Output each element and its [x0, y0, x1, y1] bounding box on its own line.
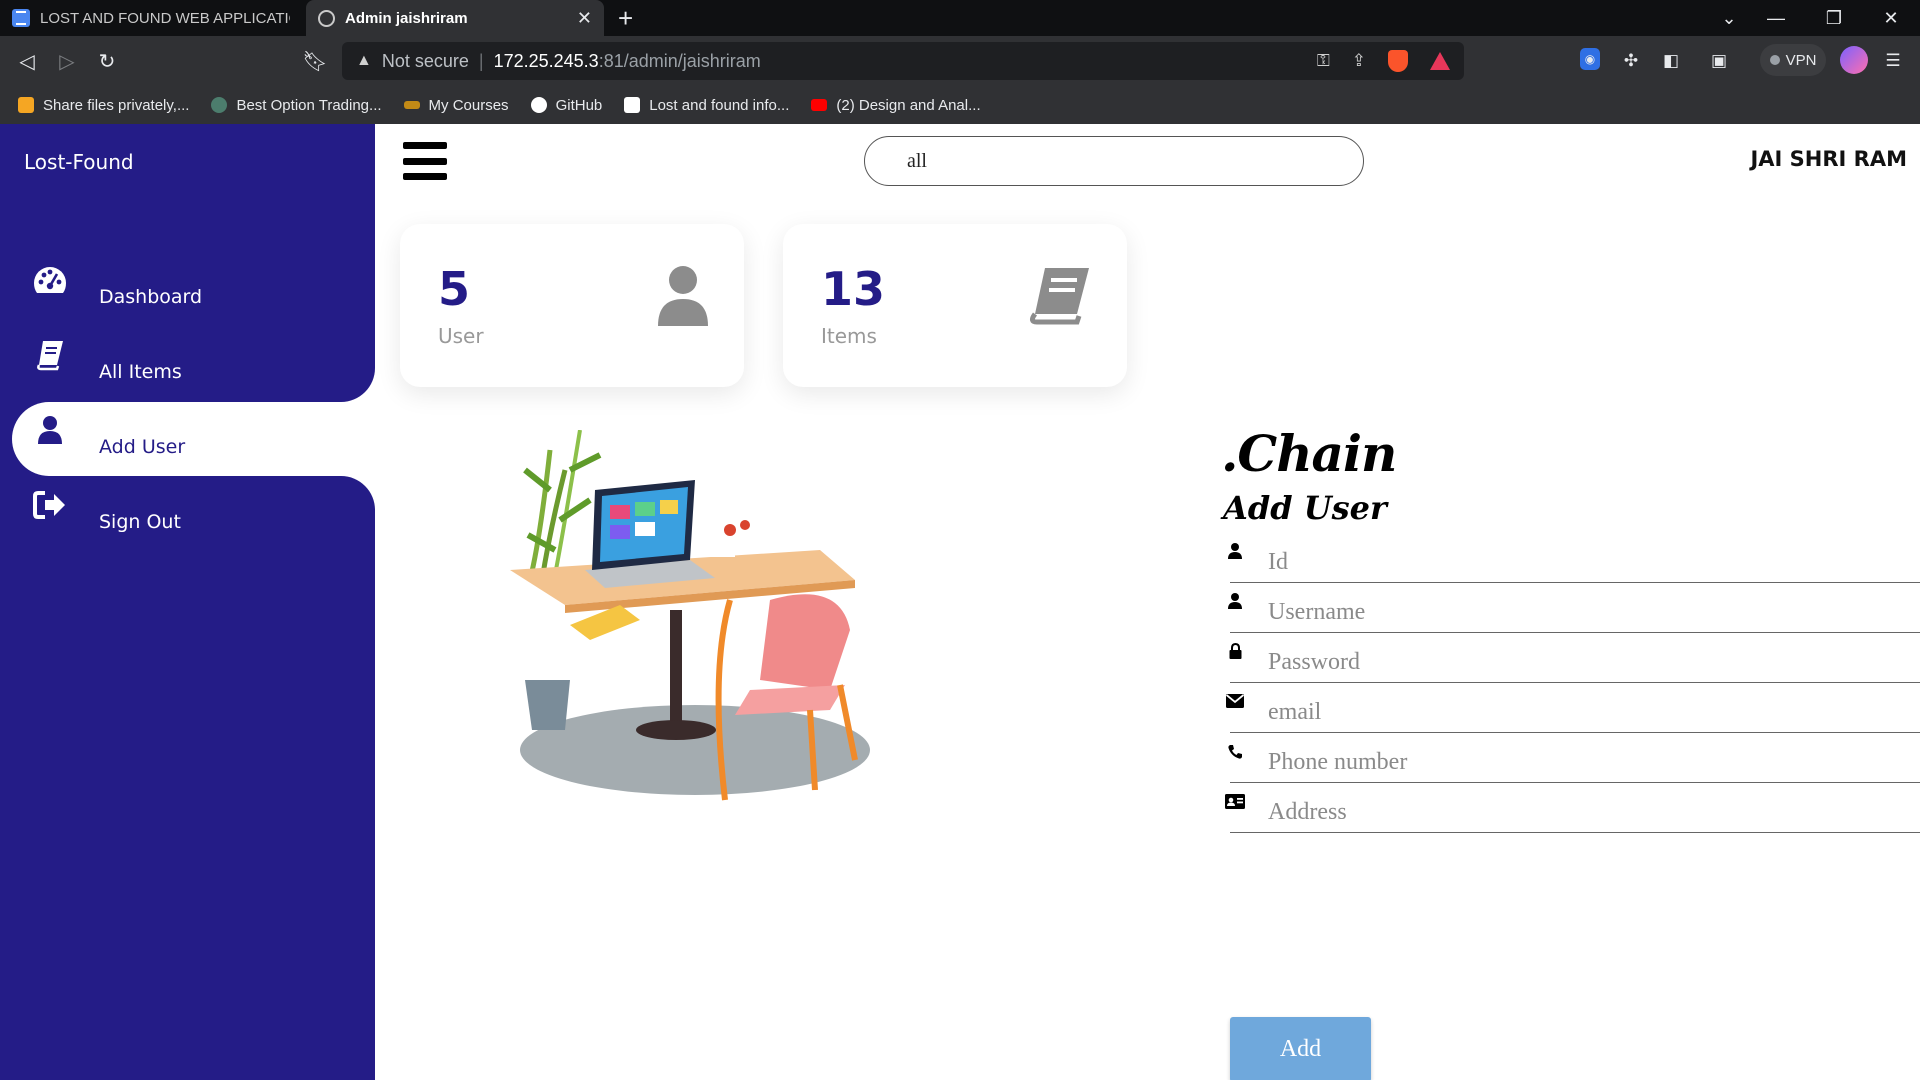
sidebar: Lost-Found Dashboard All Items Add User [0, 124, 375, 1080]
bookmark-item[interactable]: (2) Design and Anal... [811, 97, 981, 114]
phone-input[interactable] [1230, 733, 1920, 783]
add-user-button[interactable]: Add [1230, 1017, 1371, 1080]
url-host: 172.25.245.3 [493, 50, 599, 71]
sidebar-item-label: Add User [99, 436, 186, 458]
id-field-row [1225, 533, 1920, 583]
profile-avatar[interactable] [1840, 46, 1868, 74]
wallet-icon[interactable]: ▣ [1706, 48, 1732, 74]
close-tab-icon[interactable]: ✕ [577, 8, 592, 29]
address-bar[interactable]: ▲ Not secure | 172.25.245.3 :81/admin/ja… [342, 42, 1464, 80]
app: Lost-Found Dashboard All Items Add User [0, 124, 1920, 1080]
search-input[interactable]: all [864, 136, 1364, 186]
youtube-icon [811, 99, 828, 111]
bookmark-item[interactable]: Lost and found info... [624, 97, 789, 114]
browser-chrome: LOST AND FOUND WEB APPLICATION Admin jai… [0, 0, 1920, 124]
search-value: all [907, 149, 927, 172]
url-path: :81/admin/jaishriram [598, 50, 761, 71]
share-icon[interactable]: ⇪ [1352, 51, 1366, 71]
bookmark-favicon-icon [403, 101, 420, 109]
sidebar-item-label: Dashboard [99, 286, 203, 308]
tab-label: LOST AND FOUND WEB APPLICATION [40, 9, 290, 27]
bookmark-icon[interactable]: 🔖︎ [300, 46, 330, 76]
stat-card-items[interactable]: 13 Items [783, 224, 1127, 387]
brave-rewards-icon[interactable] [1430, 52, 1450, 70]
bookmark-item[interactable]: Best Option Trading... [211, 97, 382, 114]
warning-icon: ▲ [356, 52, 372, 69]
email-input[interactable] [1230, 683, 1920, 733]
vpn-status-icon [1769, 55, 1780, 65]
key-icon[interactable]: ⚿ [1317, 51, 1330, 71]
bookmark-item[interactable]: Share files privately,... [18, 97, 189, 114]
sidebar-item-label: Sign Out [99, 511, 181, 533]
stat-card-users[interactable]: 5 User [400, 224, 744, 387]
tab-admin[interactable]: Admin jaishriram ✕ [306, 0, 604, 36]
sidebar-item-label: All Items [99, 361, 182, 383]
new-tab-button[interactable]: + [618, 4, 633, 32]
puzzle-icon[interactable]: ✣ [1618, 48, 1644, 74]
book-icon [1027, 264, 1093, 326]
user-name: JAI SHRI RAM [1750, 147, 1907, 171]
password-input[interactable] [1230, 633, 1920, 683]
bookmark-item[interactable]: My Courses [403, 97, 509, 114]
menu-icon[interactable]: ☰ [1880, 48, 1906, 74]
email-field-row [1225, 683, 1920, 733]
minimize-button[interactable]: — [1747, 0, 1805, 36]
divider: | [478, 50, 484, 71]
back-icon[interactable]: ◁ [12, 46, 42, 76]
bookmark-favicon-icon [624, 97, 641, 113]
extension-icon[interactable]: ◉ [1580, 48, 1600, 70]
tab-label: Admin jaishriram [345, 9, 468, 27]
bookmark-favicon-icon [211, 97, 228, 113]
chain-logo: .Chain [1221, 424, 1397, 483]
forward-icon[interactable]: ▷ [52, 46, 82, 76]
username-field-row [1225, 583, 1920, 633]
sidebar-item-sign-out[interactable]: Sign Out [0, 475, 375, 550]
password-field-row [1225, 633, 1920, 683]
sidebar-toggle-icon[interactable]: ◧ [1658, 48, 1684, 74]
address-input[interactable] [1230, 783, 1920, 833]
docs-icon [12, 9, 30, 27]
sidebar-item-all-items[interactable]: All Items [0, 325, 375, 400]
dashboard-icon [32, 264, 68, 296]
stat-caption: Items [821, 324, 877, 348]
form-heading: Add User [1223, 489, 1387, 527]
bookmark-item[interactable]: GitHub [530, 97, 602, 114]
username-input[interactable] [1230, 583, 1920, 633]
browser-toolbar: ◁ ▷ ↻ 🔖︎ ▲ Not secure | 172.25.245.3 :81… [0, 36, 1920, 86]
globe-icon [318, 9, 335, 27]
vpn-button[interactable]: VPN [1760, 44, 1826, 76]
tab-lost-and-found[interactable]: LOST AND FOUND WEB APPLICATION [0, 0, 302, 36]
book-icon [32, 339, 68, 371]
brand-title: Lost-Found [24, 150, 134, 174]
vpn-label: VPN [1785, 51, 1817, 69]
bookmarks-bar: Share files privately,... Best Option Tr… [0, 86, 1920, 124]
close-window-button[interactable]: ✕ [1862, 0, 1920, 36]
menu-toggle-icon[interactable] [403, 142, 447, 180]
restore-button[interactable]: ❐ [1805, 0, 1863, 36]
phone-field-row [1225, 733, 1920, 783]
sign-out-icon [32, 489, 68, 521]
stat-caption: User [438, 324, 484, 348]
id-input[interactable] [1230, 533, 1920, 583]
bookmark-favicon-icon [18, 97, 34, 113]
user-icon [32, 414, 68, 446]
stat-value: 13 [821, 262, 886, 316]
user-icon [652, 264, 714, 326]
address-field-row [1225, 783, 1920, 833]
main-content: all JAI SHRI RAM 5 User 13 Items .Chain … [375, 124, 1920, 1080]
tab-strip: LOST AND FOUND WEB APPLICATION Admin jai… [0, 0, 1920, 36]
brave-shield-icon[interactable] [1388, 50, 1408, 72]
desk-illustration [510, 429, 880, 825]
sidebar-item-dashboard[interactable]: Dashboard [0, 250, 375, 325]
add-user-form: .Chain Add User Id Username email Phone … [1221, 424, 1920, 1080]
sidebar-item-add-user[interactable]: Add User [0, 400, 375, 475]
stat-value: 5 [438, 262, 471, 316]
security-label: Not secure [381, 50, 469, 71]
reload-icon[interactable]: ↻ [92, 46, 122, 76]
omnibox-actions: ⚿ ⇪ [1317, 50, 1450, 72]
github-icon [530, 97, 547, 113]
